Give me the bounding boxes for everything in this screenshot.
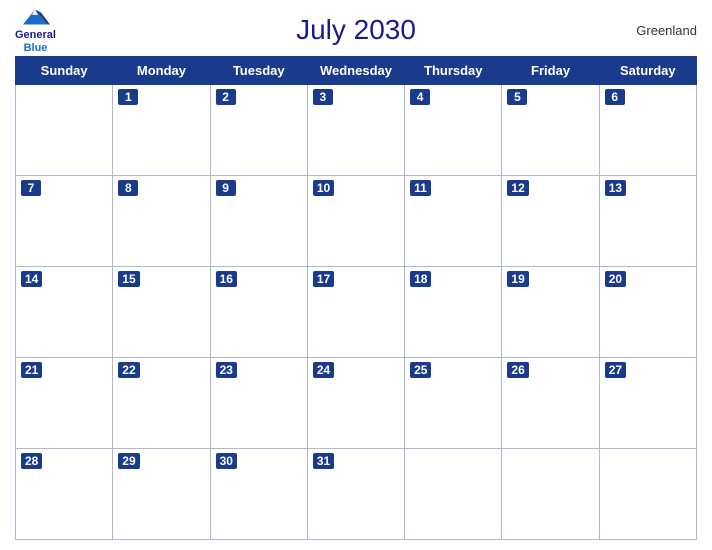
day-number: 4 [410,89,430,105]
day-number: 26 [507,362,528,378]
day-number: 23 [216,362,237,378]
day-number: 27 [605,362,626,378]
day-number: 13 [605,180,626,196]
day-number: 5 [507,89,527,105]
header-sunday: Sunday [16,57,113,85]
header-saturday: Saturday [599,57,696,85]
calendar-cell: 28 [16,449,113,540]
logo-blue: Blue [24,42,48,54]
calendar-week-row: 28 29 30 31 [16,449,697,540]
calendar-cell [599,449,696,540]
day-number: 7 [21,180,41,196]
day-number: 12 [507,180,528,196]
day-number: 25 [410,362,431,378]
calendar-week-row: 1 2 3 4 5 6 [16,85,697,176]
day-number: 15 [118,271,139,287]
calendar-cell: 29 [113,449,210,540]
calendar-cell [502,449,599,540]
calendar-cell: 7 [16,176,113,267]
calendar-cell: 12 [502,176,599,267]
calendar-cell: 6 [599,85,696,176]
day-number: 20 [605,271,626,287]
calendar-cell: 31 [307,449,404,540]
day-number: 16 [216,271,237,287]
calendar-cell: 19 [502,267,599,358]
day-number: 9 [216,180,236,196]
day-number: 30 [216,453,237,469]
header-tuesday: Tuesday [210,57,307,85]
calendar-table: Sunday Monday Tuesday Wednesday Thursday… [15,56,697,540]
day-number: 14 [21,271,42,287]
calendar-cell: 23 [210,358,307,449]
day-number: 8 [118,180,138,196]
day-number: 22 [118,362,139,378]
calendar-cell: 11 [405,176,502,267]
calendar-cell: 10 [307,176,404,267]
calendar-cell: 9 [210,176,307,267]
day-number: 19 [507,271,528,287]
calendar-cell: 26 [502,358,599,449]
day-number: 21 [21,362,42,378]
logo-general: General [15,29,56,41]
calendar-cell: 20 [599,267,696,358]
calendar-cell: 15 [113,267,210,358]
calendar-cell: 16 [210,267,307,358]
calendar-cell: 5 [502,85,599,176]
calendar-cell: 17 [307,267,404,358]
day-number: 11 [410,180,431,196]
day-number: 18 [410,271,431,287]
calendar-cell: 25 [405,358,502,449]
calendar-week-row: 7 8 9 10 11 12 13 [16,176,697,267]
calendar-cell: 4 [405,85,502,176]
day-number: 1 [118,89,138,105]
calendar-cell: 13 [599,176,696,267]
calendar-cell: 22 [113,358,210,449]
days-header-row: Sunday Monday Tuesday Wednesday Thursday… [16,57,697,85]
calendar-header: General Blue July 2030 Greenland [15,10,697,50]
day-number: 2 [216,89,236,105]
calendar-cell: 27 [599,358,696,449]
calendar-cell: 1 [113,85,210,176]
header-friday: Friday [502,57,599,85]
calendar-cell: 30 [210,449,307,540]
region-label: Greenland [636,23,697,38]
calendar-cell [16,85,113,176]
day-number: 29 [118,453,139,469]
day-number: 6 [605,89,625,105]
day-number: 28 [21,453,42,469]
day-number: 10 [313,180,334,196]
day-number: 3 [313,89,333,105]
day-number: 24 [313,362,334,378]
calendar-cell: 2 [210,85,307,176]
calendar-week-row: 21 22 23 24 25 26 27 [16,358,697,449]
calendar-cell: 21 [16,358,113,449]
logo-icon [20,6,50,28]
month-title: July 2030 [296,14,416,46]
calendar-cell: 3 [307,85,404,176]
calendar-cell [405,449,502,540]
header-wednesday: Wednesday [307,57,404,85]
day-number: 17 [313,271,334,287]
header-monday: Monday [113,57,210,85]
calendar-page: General Blue July 2030 Greenland Sunday … [0,0,712,550]
calendar-cell: 18 [405,267,502,358]
calendar-cell: 24 [307,358,404,449]
calendar-week-row: 14 15 16 17 18 19 20 [16,267,697,358]
header-thursday: Thursday [405,57,502,85]
day-number: 31 [313,453,334,469]
calendar-cell: 8 [113,176,210,267]
calendar-cell: 14 [16,267,113,358]
logo: General Blue [15,6,56,53]
